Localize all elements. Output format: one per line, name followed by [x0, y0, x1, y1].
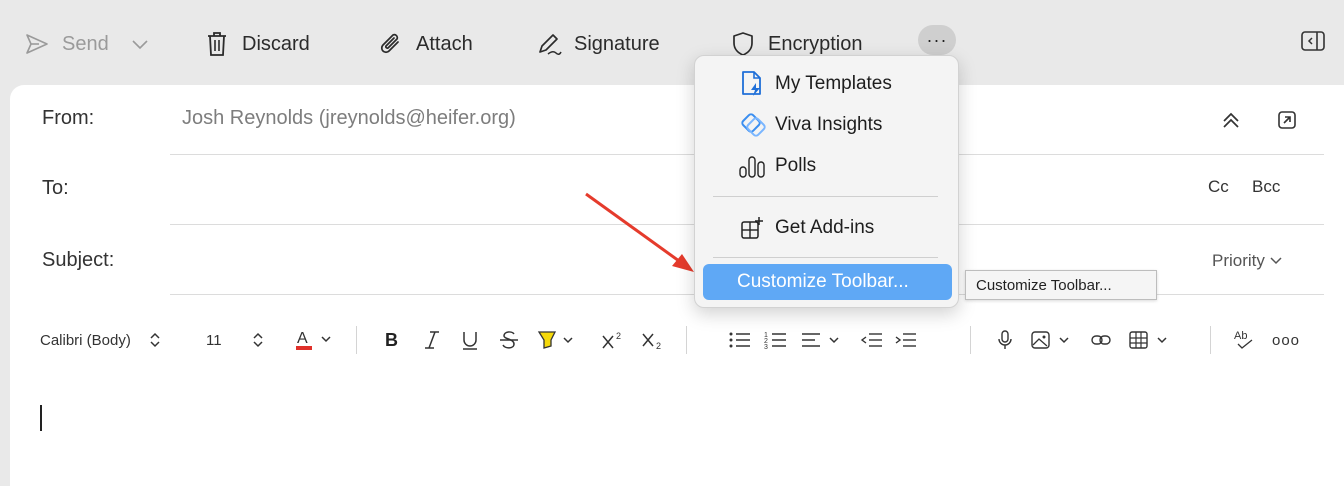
attach-label: Attach	[416, 32, 473, 55]
attach-button[interactable]: Attach	[378, 24, 473, 64]
format-separator	[970, 326, 971, 354]
menu-item-customize-toolbar[interactable]: Customize Toolbar...	[703, 264, 952, 300]
picture-icon	[1031, 331, 1069, 349]
signature-label: Signature	[574, 32, 660, 55]
from-label: From:	[42, 107, 95, 129]
priority-label: Priority	[1212, 251, 1265, 270]
cc-button[interactable]: Cc	[1208, 177, 1229, 197]
svg-text:B: B	[385, 330, 398, 350]
svg-text:3: 3	[764, 344, 768, 351]
more-formatting-label: ooo	[1272, 331, 1301, 349]
chevron-down-icon	[1269, 256, 1283, 266]
polls-icon	[737, 151, 767, 181]
font-name-value: Calibri (Body)	[40, 331, 131, 349]
svg-text:A: A	[297, 330, 308, 347]
tooltip-text: Customize Toolbar...	[976, 276, 1112, 294]
align-left-icon	[802, 333, 839, 347]
superscript-icon[interactable]: 2	[600, 319, 626, 361]
insert-picture-button[interactable]	[1030, 319, 1076, 361]
insert-link-icon[interactable]	[1090, 319, 1112, 361]
subscript-icon[interactable]: 2	[640, 319, 666, 361]
highlight-button[interactable]	[536, 319, 578, 361]
menu-item-label: Polls	[775, 155, 817, 176]
send-button[interactable]: Send	[24, 24, 149, 64]
collapse-header-icon[interactable]	[1220, 109, 1242, 136]
to-label: To:	[42, 177, 69, 199]
ellipsis-icon: ···	[926, 29, 948, 50]
increase-indent-icon[interactable]	[894, 319, 918, 361]
font-size-value: 11	[206, 331, 222, 349]
format-separator	[356, 326, 357, 354]
bcc-button[interactable]: Bcc	[1252, 177, 1280, 197]
font-name-select[interactable]: Calibri (Body)	[40, 319, 161, 361]
font-color-button[interactable]: A	[294, 319, 336, 361]
bullet-list-icon[interactable]	[728, 319, 752, 361]
paperclip-icon	[378, 31, 404, 57]
stepper-arrows-icon	[149, 331, 161, 349]
table-icon	[1129, 331, 1167, 349]
from-field[interactable]: Josh Reynolds (jreynolds@heifer.org)	[182, 107, 516, 130]
send-label: Send	[62, 32, 109, 55]
compose-toolbar: Send Discard Attach Signature Encryption…	[0, 0, 1344, 85]
underline-icon[interactable]	[460, 319, 480, 361]
stepper-arrows-icon	[252, 331, 264, 349]
insert-table-button[interactable]	[1128, 319, 1174, 361]
menu-item-get-add-ins[interactable]: Get Add-ins	[705, 208, 950, 248]
send-icon	[24, 31, 50, 57]
decrease-indent-icon[interactable]	[860, 319, 884, 361]
subject-label: Subject:	[42, 249, 115, 271]
format-separator	[1210, 326, 1211, 354]
more-options-button[interactable]: ···	[918, 25, 956, 55]
menu-item-label: Viva Insights	[775, 114, 883, 135]
pop-out-icon[interactable]	[1276, 109, 1298, 136]
italic-icon[interactable]	[422, 319, 442, 361]
svg-text:2: 2	[656, 341, 661, 351]
dictate-microphone-icon[interactable]	[996, 319, 1014, 361]
numbered-list-icon[interactable]: 123	[764, 319, 788, 361]
more-formatting-button[interactable]: ooo	[1272, 319, 1300, 361]
signature-button[interactable]: Signature	[536, 24, 660, 64]
toggle-sidebar-icon[interactable]	[1300, 30, 1326, 52]
send-options-chevron-icon[interactable]	[131, 38, 149, 50]
add-ins-icon	[737, 213, 767, 243]
align-button[interactable]	[800, 319, 846, 361]
svg-text:2: 2	[616, 331, 621, 341]
font-size-select[interactable]: 11	[206, 319, 264, 361]
svg-text:Ab: Ab	[1234, 330, 1247, 342]
menu-item-label: Get Add-ins	[775, 217, 875, 238]
bold-icon[interactable]: B	[382, 319, 402, 361]
templates-icon	[737, 69, 767, 99]
trash-icon	[204, 31, 230, 57]
font-color-icon: A	[296, 330, 331, 350]
priority-dropdown[interactable]: Priority	[1212, 251, 1283, 271]
customize-toolbar-tooltip: Customize Toolbar...	[965, 270, 1157, 300]
menu-separator	[713, 196, 938, 197]
discard-button[interactable]: Discard	[204, 24, 310, 64]
menu-item-label: Customize Toolbar...	[737, 271, 909, 292]
formatting-toolbar: Calibri (Body) 11 A B 2 2 1 2 3 Ab ooo	[10, 319, 1344, 361]
encryption-label: Encryption	[768, 32, 863, 55]
from-row: From: Josh Reynolds (jreynolds@heifer.or…	[10, 85, 1344, 155]
highlighter-icon	[537, 331, 573, 349]
signature-pen-icon	[536, 31, 562, 57]
shield-icon	[730, 31, 756, 57]
format-separator	[686, 326, 687, 354]
menu-item-label: My Templates	[775, 73, 892, 94]
menu-item-viva-insights[interactable]: Viva Insights	[705, 105, 950, 145]
strikethrough-icon[interactable]	[498, 319, 520, 361]
menu-item-my-templates[interactable]: My Templates	[705, 64, 950, 104]
annotation-arrow	[585, 192, 694, 272]
message-body[interactable]	[30, 375, 1320, 480]
menu-item-polls[interactable]: Polls	[705, 146, 950, 186]
spelling-grammar-icon[interactable]: Ab	[1232, 319, 1256, 361]
more-options-menu: My Templates Viva Insights Polls Get Add…	[694, 55, 959, 308]
menu-separator	[713, 257, 938, 258]
discard-label: Discard	[242, 32, 310, 55]
viva-insights-icon	[737, 110, 767, 140]
